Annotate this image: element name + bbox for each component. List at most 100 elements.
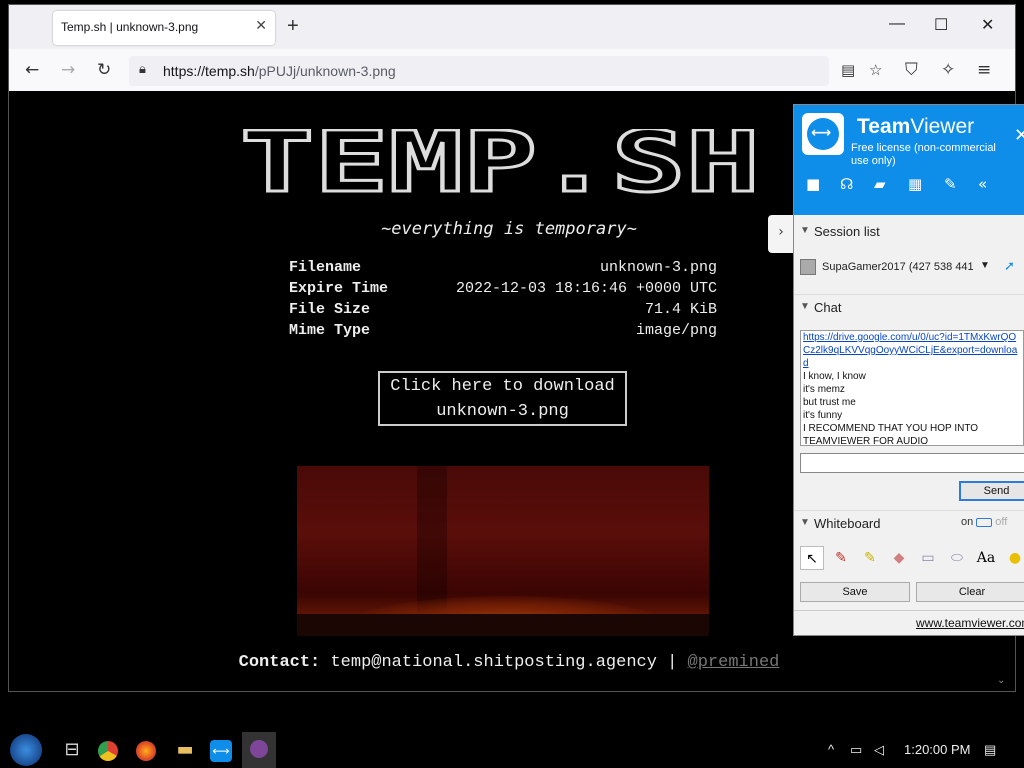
tab-bar: Temp.sh | unknown-3.png ✕ + — ☐ ✕ bbox=[9, 5, 1015, 49]
toggle-on-label: on bbox=[961, 516, 974, 528]
info-row-size: File Size 71.4 KiB bbox=[289, 301, 717, 322]
contact-separator: | bbox=[667, 653, 678, 672]
menu-icon[interactable]: ≡ bbox=[977, 60, 991, 80]
teamviewer-collapse-handle[interactable]: › bbox=[768, 215, 794, 253]
chat-message: it's memz bbox=[803, 384, 845, 395]
taskbar: ⊟ ▬ ⟷ ^ ▭ ◁ 1:20:00 PM ▤ bbox=[0, 732, 1024, 768]
text-tool-icon[interactable]: Aa bbox=[974, 546, 998, 570]
minimize-icon[interactable]: — bbox=[889, 15, 905, 33]
files-icon[interactable]: ▦ bbox=[908, 175, 922, 193]
extensions-icon[interactable]: ✧ bbox=[941, 60, 955, 80]
preview-shadow bbox=[297, 614, 709, 636]
pen-tool-icon[interactable]: ✎ bbox=[829, 546, 853, 570]
file-explorer-icon[interactable]: ▬ bbox=[173, 738, 197, 762]
tab-close-icon[interactable]: ✕ bbox=[255, 18, 267, 34]
tab-title: Temp.sh | unknown-3.png bbox=[61, 20, 199, 34]
highlighter-tool-icon[interactable]: ✎ bbox=[858, 546, 882, 570]
info-value: image/png bbox=[635, 322, 717, 339]
forward-icon[interactable]: → bbox=[61, 60, 75, 80]
session-item[interactable]: SupaGamer2017 (427 538 441 ▼ ➚ bbox=[800, 257, 1024, 279]
comment-tool-icon[interactable]: ● bbox=[1003, 546, 1024, 570]
chat-input[interactable] bbox=[800, 453, 1024, 473]
close-window-icon[interactable]: ✕ bbox=[981, 15, 994, 35]
session-list-label: Session list bbox=[814, 224, 880, 239]
network-icon[interactable]: ▭ bbox=[850, 742, 862, 758]
whiteboard-label: Whiteboard bbox=[814, 516, 881, 531]
chat-header[interactable]: ▼ Chat bbox=[794, 294, 1024, 320]
contact-email[interactable]: temp@national.shitposting.agency bbox=[330, 653, 656, 672]
select-tool-icon[interactable]: ↖ bbox=[800, 546, 824, 570]
teamviewer-license: Free license (non-commercial use only) bbox=[851, 142, 996, 167]
teamviewer-panel: ⟷ TeamViewer Free license (non-commercia… bbox=[793, 104, 1024, 636]
firefox-icon[interactable] bbox=[136, 741, 156, 761]
chat-icon[interactable]: ▰ bbox=[874, 175, 886, 193]
chrome-icon[interactable] bbox=[98, 741, 118, 761]
collapse-triangle-icon: ▼ bbox=[800, 517, 810, 528]
info-row-mime: Mime Type image/png bbox=[289, 322, 717, 343]
save-button[interactable]: Save bbox=[800, 582, 910, 602]
contact-label: Contact: bbox=[238, 653, 321, 672]
reload-icon[interactable]: ↻ bbox=[97, 60, 111, 80]
chat-log[interactable]: https://drive.google.com/u/0/uc?id=1TMxK… bbox=[800, 330, 1024, 446]
info-value: 2022-12-03 18:16:46 +0000 UTC bbox=[455, 280, 717, 297]
chevron-right-icon: › bbox=[778, 224, 784, 240]
teamviewer-title: TeamViewer bbox=[857, 115, 975, 138]
start-button-icon[interactable] bbox=[10, 734, 42, 766]
collapse-icon[interactable]: « bbox=[978, 175, 987, 193]
session-list-header[interactable]: ▼ Session list bbox=[794, 219, 1024, 245]
star-icon[interactable]: ☆ bbox=[869, 61, 882, 79]
scroll-down-icon[interactable]: ⌄ bbox=[997, 675, 1005, 686]
teamviewer-website-link[interactable]: www.teamviewer.com bbox=[916, 616, 1024, 630]
url-text: https://temp.sh/pPUJj/unknown-3.png bbox=[163, 63, 396, 79]
url-bar[interactable]: 🔒︎ https://temp.sh/pPUJj/unknown-3.png ▤… bbox=[129, 56, 882, 86]
image-preview[interactable] bbox=[297, 466, 709, 636]
chat-message: I RECOMMEND THAT YOU HOP INTO TEAMVIEWER… bbox=[803, 423, 979, 446]
dropdown-arrow-icon[interactable]: ▼ bbox=[980, 260, 990, 271]
whiteboard-toggle[interactable]: on off bbox=[961, 516, 1007, 528]
clock[interactable]: 1:20:00 PM bbox=[904, 742, 971, 757]
headset-icon[interactable]: ☊ bbox=[840, 175, 853, 193]
tab-active[interactable]: Temp.sh | unknown-3.png ✕ bbox=[53, 11, 275, 45]
volume-icon[interactable]: ◁ bbox=[874, 742, 884, 758]
teamviewer-taskbar-icon[interactable]: ⟷ bbox=[210, 740, 232, 762]
video-icon[interactable]: ■ bbox=[806, 175, 820, 193]
contact-handle-link[interactable]: @premined bbox=[688, 653, 780, 672]
nav-bar: ← → ↻ 🔒︎ https://temp.sh/pPUJj/unknown-3… bbox=[9, 49, 1015, 91]
eraser-tool-icon[interactable]: ◆ bbox=[887, 546, 911, 570]
download-line2: unknown-3.png bbox=[436, 402, 569, 421]
info-key: Filename bbox=[289, 259, 362, 276]
notifications-icon[interactable]: ▤ bbox=[984, 742, 996, 758]
reader-view-icon[interactable]: ▤ bbox=[841, 61, 855, 79]
tor-browser-active-icon[interactable] bbox=[242, 732, 276, 768]
chat-message: it's funny bbox=[803, 410, 843, 421]
shield-icon[interactable]: ⛉ bbox=[905, 60, 918, 80]
session-name: SupaGamer2017 (427 538 441 bbox=[822, 261, 974, 273]
contact-line: Contact: temp@national.shitposting.agenc… bbox=[9, 653, 1009, 672]
clear-button[interactable]: Clear bbox=[916, 582, 1024, 602]
ellipse-tool-icon[interactable]: ⬭ bbox=[945, 546, 969, 570]
info-key: Expire Time bbox=[289, 280, 389, 297]
info-key: File Size bbox=[289, 301, 371, 318]
teamviewer-logo-icon: ⟷ bbox=[802, 113, 844, 155]
whiteboard-tool-icon[interactable]: ✎ bbox=[944, 175, 957, 193]
rectangle-tool-icon[interactable]: ▭ bbox=[916, 546, 940, 570]
tray-chevron-icon[interactable]: ^ bbox=[828, 742, 834, 757]
maximize-icon[interactable]: ☐ bbox=[934, 15, 948, 35]
info-row-expire: Expire Time 2022-12-03 18:16:46 +0000 UTC bbox=[289, 280, 717, 301]
chat-link[interactable]: https://drive.google.com/u/0/uc?id=1TMxK… bbox=[803, 331, 1021, 370]
new-tab-button[interactable]: + bbox=[287, 15, 299, 38]
download-button[interactable]: Click here to download unknown-3.png bbox=[378, 371, 627, 426]
collapse-triangle-icon: ▼ bbox=[800, 225, 810, 236]
avatar bbox=[800, 259, 816, 275]
lock-icon[interactable]: 🔒︎ bbox=[139, 62, 146, 77]
chat-message: I know, I know bbox=[803, 371, 866, 382]
send-button[interactable]: Send bbox=[959, 481, 1024, 501]
download-line1: Click here to download bbox=[390, 377, 615, 396]
back-icon[interactable]: ← bbox=[25, 60, 39, 80]
site-logo: TEMP.SH bbox=[239, 129, 762, 199]
file-info-table: Filename unknown-3.png Expire Time 2022-12… bbox=[289, 259, 717, 343]
toggle-switch[interactable] bbox=[976, 517, 993, 527]
pointer-icon[interactable]: ➚ bbox=[1004, 258, 1015, 274]
task-view-icon[interactable]: ⊟ bbox=[60, 738, 84, 762]
teamviewer-close-icon[interactable]: ✕ bbox=[1014, 125, 1024, 146]
